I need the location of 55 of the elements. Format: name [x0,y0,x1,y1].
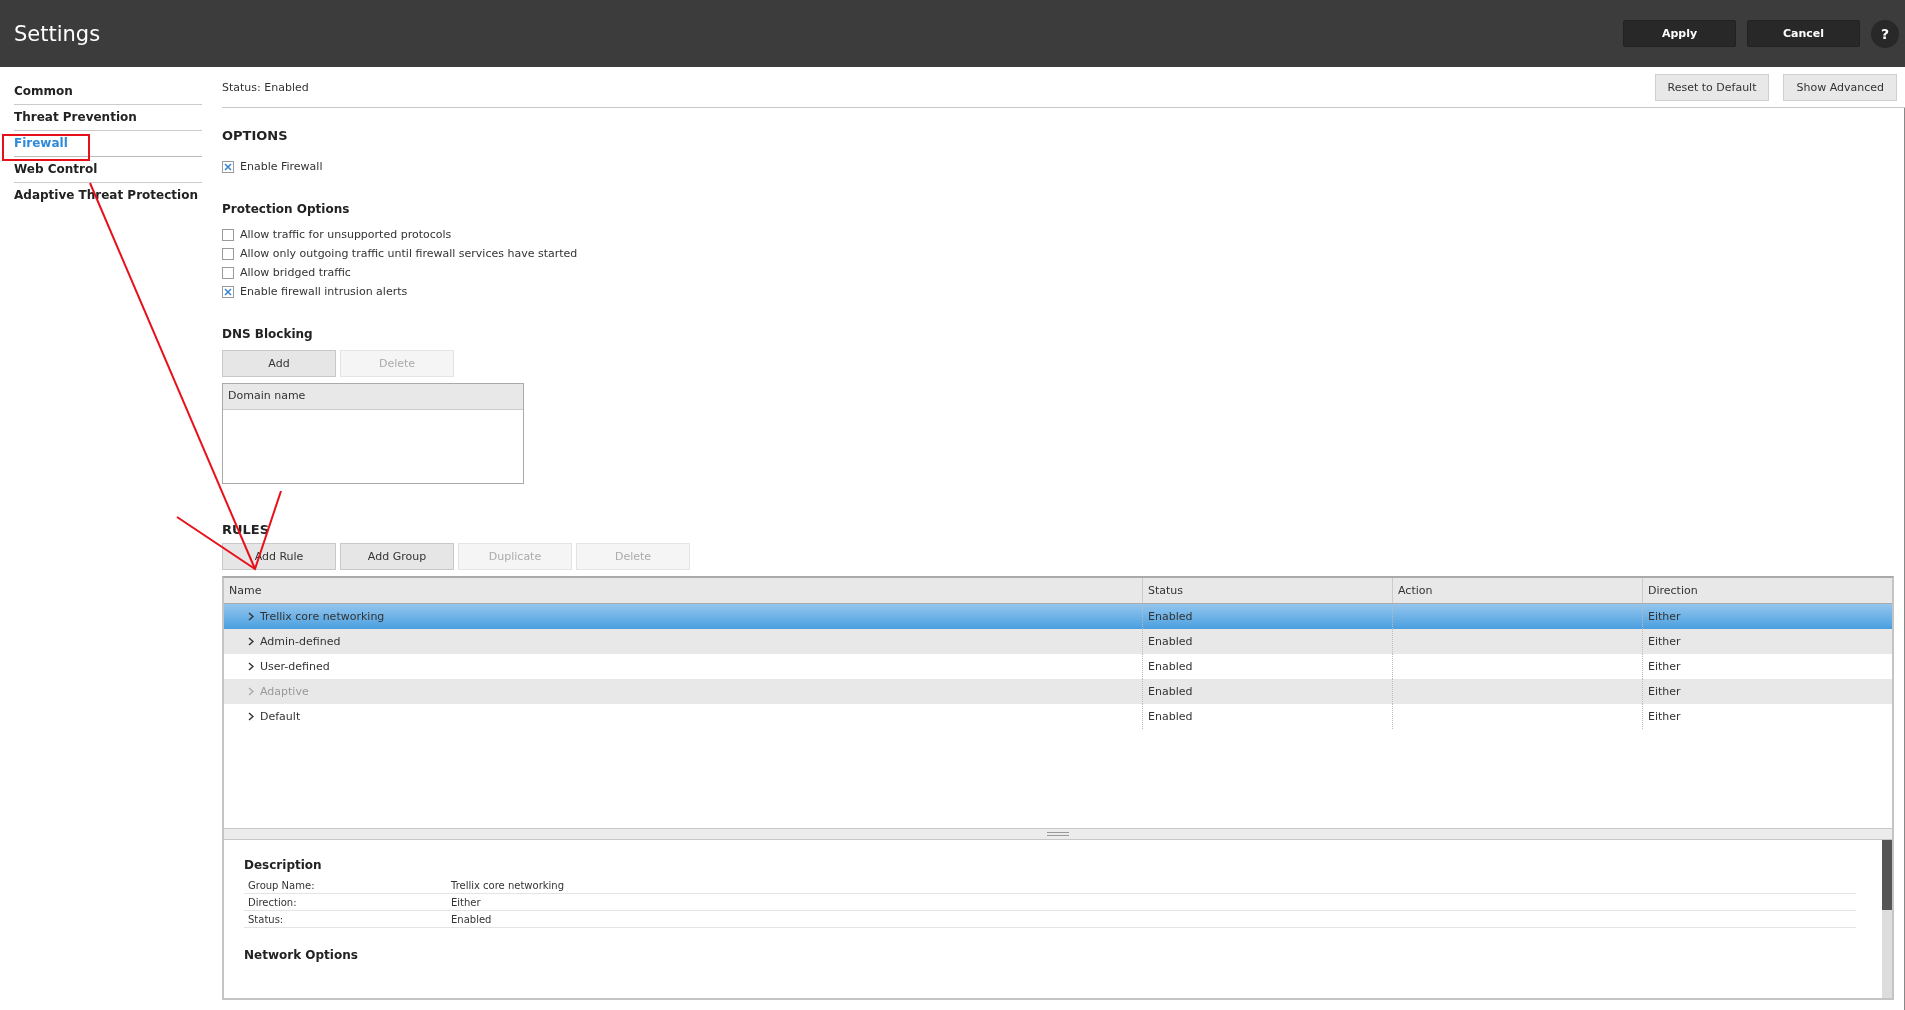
add-button[interactable]: Add [222,350,336,377]
splitter-handle[interactable] [224,828,1892,840]
checkbox[interactable] [222,228,234,241]
field-label: Status: [248,913,285,925]
field-value: Trellix core networking [451,879,565,891]
chevron-icon[interactable] [248,712,254,721]
field-value: Either [451,896,481,908]
show-advanced-button[interactable]: Show Advanced [1783,73,1897,101]
checkbox-label: Enable firewall intrusion alerts [240,285,408,298]
table-cell: Enabled [1142,704,1392,729]
checkbox[interactable] [222,160,234,173]
sidebar-item[interactable]: Common [14,79,202,105]
checkbox-label: Allow traffic for unsupported protocols [240,228,452,241]
grip-icon [1047,832,1069,836]
checkbox-label: Allow bridged traffic [240,266,351,279]
help-button[interactable]: ? [1871,19,1899,48]
reset-button[interactable]: Reset to Default [1654,73,1770,101]
cancel-button[interactable]: Cancel [1747,20,1860,47]
sidebar-item[interactable]: Threat Prevention [14,105,202,131]
description-heading: Description [244,858,323,872]
table-cell: Either [1642,704,1892,729]
table-cell-text: User-defined [260,659,330,675]
column-header[interactable]: Direction [1642,578,1892,603]
checkbox-label: Allow only outgoing traffic until firewall services have started [240,247,578,260]
window-title: Settings [14,21,102,46]
status-text: Status: Enabled [222,80,310,94]
table-cell-text: Default [260,709,301,725]
column-header[interactable]: Name [224,578,1142,603]
sidebar-item[interactable]: Firewall [14,131,202,157]
chevron-icon[interactable] [248,612,254,621]
section-heading: Protection Options [222,202,351,216]
field-label: Direction: [248,896,298,908]
section-heading: OPTIONS [222,128,289,143]
chevron-icon[interactable] [248,662,254,671]
table-row[interactable]: Admin-defined Enabled Either [224,629,1892,654]
sidebar-item[interactable]: Web Control [14,157,202,183]
toolbar-button[interactable]: Add Group [340,543,454,570]
checkbox[interactable] [222,285,234,298]
chevron-icon[interactable] [248,637,254,646]
field-label: Group Name: [248,879,316,891]
table-cell-text: Trellix core networking [260,609,385,625]
column-header: Domain name [223,384,523,410]
section-heading: Network Options [244,948,359,962]
apply-button[interactable]: Apply [1623,20,1736,47]
section-heading: DNS Blocking [222,327,314,341]
checkbox[interactable] [222,247,234,260]
table-cell-text: Adaptive [260,684,309,700]
checkbox[interactable] [222,266,234,279]
scrollbar[interactable] [1882,840,1892,998]
field-value: Enabled [451,913,492,925]
column-header[interactable]: Status [1142,578,1392,603]
column-header[interactable]: Action [1392,578,1642,603]
checkbox-label: Enable Firewall [240,160,323,173]
table-cell-text: Admin-defined [260,634,341,650]
table-row[interactable]: Trellix core networking Enabled Either [224,604,1892,629]
